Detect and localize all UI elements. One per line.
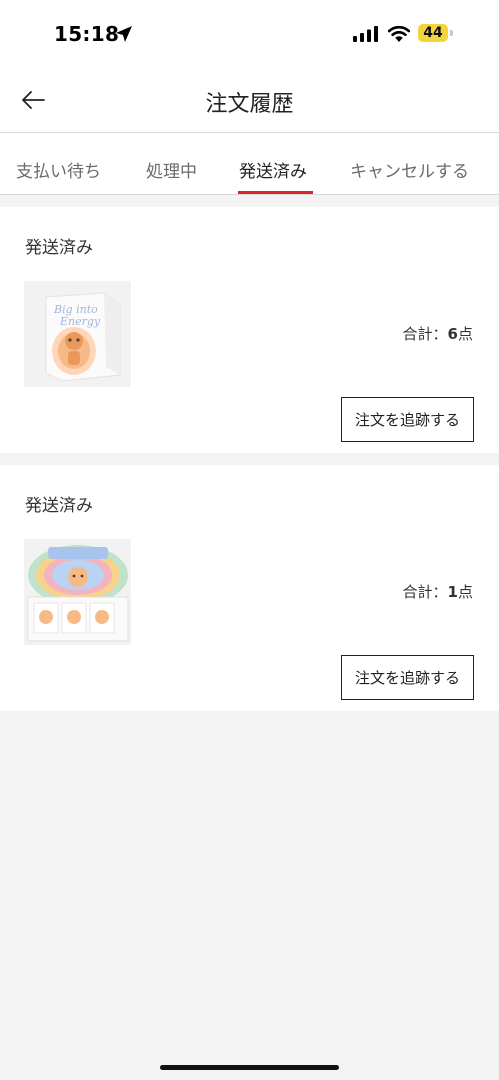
page-title: 注文履歴 (205, 92, 294, 117)
total-label: 合計： (402, 325, 448, 343)
status-time: 15:18 (54, 22, 120, 46)
tabs-divider (0, 194, 499, 195)
tab-cancel[interactable]: キャンセルする (350, 157, 469, 182)
order-card: 発送済み 合計：1点 注文を追跡する (0, 465, 499, 711)
total-quantity: 1 (447, 583, 458, 601)
tab-processing[interactable]: 処理中 (146, 157, 197, 182)
svg-text:Energy: Energy (59, 315, 101, 328)
wifi-icon (387, 25, 411, 42)
order-status: 発送済み (25, 238, 93, 258)
order-total: 合計：1点 (403, 581, 473, 602)
battery-level: 44 (423, 25, 443, 41)
product-image[interactable]: Big into Energy (24, 281, 131, 387)
order-total: 合計：6点 (403, 323, 473, 344)
blind-box-image: Big into Energy (24, 281, 131, 387)
signal-bars-icon (353, 26, 378, 42)
track-order-button[interactable]: 注文を追跡する (341, 655, 474, 700)
total-unit: 点 (457, 325, 473, 343)
order-card: 発送済み Big into Energy 合計：6点 注文を追跡する (0, 207, 499, 453)
home-indicator[interactable] (160, 1065, 339, 1070)
total-quantity: 6 (447, 325, 458, 343)
track-order-button[interactable]: 注文を追跡する (341, 397, 474, 442)
blind-box-set-image (24, 539, 131, 645)
total-label: 合計： (402, 583, 448, 601)
product-image[interactable] (24, 539, 131, 645)
battery-cap (450, 30, 453, 36)
tab-awaiting-payment[interactable]: 支払い待ち (16, 157, 101, 182)
tab-shipped[interactable]: 発送済み (239, 157, 307, 182)
location-arrow-icon (116, 26, 132, 42)
order-status: 発送済み (25, 496, 93, 516)
battery-icon: 44 (418, 24, 448, 42)
header-divider (0, 132, 499, 133)
total-unit: 点 (457, 583, 473, 601)
